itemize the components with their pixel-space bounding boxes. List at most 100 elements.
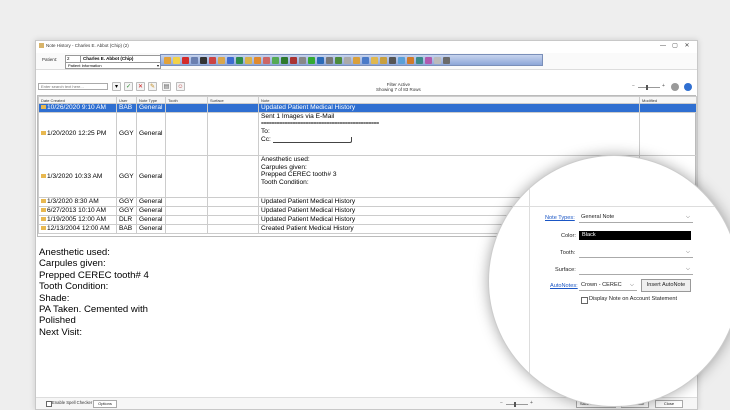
filter-icon[interactable]: ▾	[112, 82, 121, 91]
arrow-right-icon[interactable]	[281, 56, 288, 64]
patient-info-select[interactable]: Patient Information ▾	[65, 62, 161, 69]
autonotes-link[interactable]: AutoNotes:	[550, 283, 578, 289]
note-cell: Updated Patient Medical History	[258, 103, 640, 113]
exit-icon[interactable]	[443, 56, 450, 64]
help-book-icon[interactable]	[434, 56, 441, 64]
note-types-select[interactable]: General Note ⌵	[579, 213, 693, 223]
disk-icon[interactable]	[317, 56, 324, 64]
clock-icon[interactable]	[263, 56, 270, 64]
tree-icon[interactable]	[335, 56, 342, 64]
check-icon[interactable]	[308, 56, 315, 64]
pencil-icon[interactable]	[353, 56, 360, 64]
user-cell: DLR	[116, 215, 137, 225]
tooth-cell	[165, 215, 208, 225]
tooth-cell	[165, 224, 208, 234]
coins-icon[interactable]	[218, 56, 225, 64]
xray-icon[interactable]	[299, 56, 306, 64]
folder-icon	[41, 173, 46, 178]
note-types-link[interactable]: Note Types:	[545, 215, 575, 221]
settings-icon[interactable]	[671, 83, 679, 91]
user-cell: BAB	[116, 224, 137, 234]
sign-icon[interactable]	[398, 56, 405, 64]
filter-row: ▾ ✓ ✕ ✎ ▤ ☺ Filter Active Showing 7 of 8…	[36, 81, 697, 93]
date-cell: 1/19/2005 12:00 AM	[38, 215, 117, 225]
car-icon[interactable]	[191, 56, 198, 64]
maximize-button[interactable]: ▢	[669, 42, 681, 49]
user-cell: GGY	[116, 112, 137, 156]
search-input[interactable]	[38, 83, 108, 90]
note-line: Sent 1 Images via E-Mail	[261, 113, 335, 121]
surface-cell	[207, 215, 259, 225]
column-header-note[interactable]: Note	[258, 96, 640, 104]
close-window-button[interactable]: ✕	[681, 42, 693, 49]
folder-icon[interactable]	[164, 56, 171, 64]
minimize-button[interactable]: —	[657, 43, 669, 49]
autonotes-select[interactable]: Crown - CEREC ⌵	[579, 281, 637, 291]
user-icon[interactable]	[209, 56, 216, 64]
cc-underline	[272, 137, 352, 144]
zoom-slider[interactable]	[638, 85, 660, 90]
modified-cell	[639, 112, 697, 156]
printer-icon[interactable]	[326, 56, 333, 64]
options-button[interactable]: Options	[93, 400, 117, 408]
tooth-cell	[165, 112, 208, 156]
zoom-out-icon[interactable]: −	[632, 83, 635, 89]
patient-label: Patient:	[42, 57, 58, 62]
globe-icon[interactable]	[362, 56, 369, 64]
document-icon[interactable]	[254, 56, 261, 64]
note-icon[interactable]	[173, 56, 180, 64]
table-row[interactable]: 10/26/2020 9:10 AM BAB General Updated P…	[38, 103, 697, 113]
clipboard-icon[interactable]	[227, 56, 234, 64]
tooth-cell	[165, 103, 208, 113]
arrow-left-icon[interactable]	[290, 56, 297, 64]
surface-cell	[207, 224, 259, 234]
edit-icon[interactable]: ✎	[148, 82, 157, 91]
zoom-in-icon[interactable]: +	[662, 83, 665, 89]
modified-cell	[639, 103, 697, 113]
surface-select[interactable]: ⌵	[579, 265, 693, 275]
briefcase-icon[interactable]	[380, 56, 387, 64]
table-row[interactable]: 1/20/2020 12:25 PM GGY General Sent 1 Im…	[38, 112, 697, 156]
user-note-icon[interactable]: ☺	[176, 82, 185, 91]
insert-autonote-button[interactable]: Insert AutoNote	[641, 279, 691, 292]
print-icon[interactable]: ▤	[162, 82, 171, 91]
column-header-user[interactable]: User	[116, 96, 137, 104]
delete-icon[interactable]: ✕	[136, 82, 145, 91]
phone-icon[interactable]	[416, 56, 423, 64]
note-line: Cc:	[261, 136, 637, 144]
help-icon[interactable]	[684, 83, 692, 91]
display-on-statement-checkbox[interactable]	[581, 297, 588, 304]
title-bar: Note History - Charles E. Abbot (Chip) (…	[36, 41, 697, 51]
note-type-cell: General	[136, 224, 166, 234]
checkmark-icon[interactable]: ✓	[124, 82, 133, 91]
chevron-down-icon: ⌵	[685, 266, 690, 272]
calendar-icon[interactable]	[236, 56, 243, 64]
camera-icon[interactable]	[389, 56, 396, 64]
column-header-modified[interactable]: Modified	[639, 96, 697, 104]
module-toolbar	[160, 54, 543, 66]
tooth-select[interactable]: ⌵	[579, 248, 693, 258]
palette-icon[interactable]	[425, 56, 432, 64]
tooth-cell	[165, 155, 208, 198]
patient-bar: Patient: 2 Charles E. Abbot (Chip) Patie…	[36, 53, 697, 70]
column-header-note-type[interactable]: Note Type	[136, 96, 166, 104]
column-header-surface[interactable]: Surface	[207, 96, 259, 104]
color-picker[interactable]: Black	[579, 231, 691, 240]
key-icon[interactable]	[371, 56, 378, 64]
tooth-tool-icon[interactable]	[200, 56, 207, 64]
column-header-tooth[interactable]: Tooth	[165, 96, 208, 104]
surface-label: Surface:	[555, 267, 576, 273]
date-cell: 6/27/2013 10:10 AM	[38, 206, 117, 216]
medical-cross-icon[interactable]	[182, 56, 189, 64]
note-types-value: General Note	[581, 214, 615, 220]
envelope-icon[interactable]	[245, 56, 252, 64]
folder-icon	[41, 208, 46, 213]
gear-icon[interactable]	[407, 56, 414, 64]
date-cell: 10/26/2020 9:10 AM	[38, 103, 117, 113]
chevron-down-icon: ▾	[156, 63, 159, 68]
spell-check-label: Enable Spell Checker	[52, 400, 93, 405]
search-icon[interactable]	[344, 56, 351, 64]
chart-icon[interactable]	[272, 56, 279, 64]
column-header-date[interactable]: Date Created	[38, 96, 117, 104]
zoom-slider-knob[interactable]	[646, 85, 648, 90]
